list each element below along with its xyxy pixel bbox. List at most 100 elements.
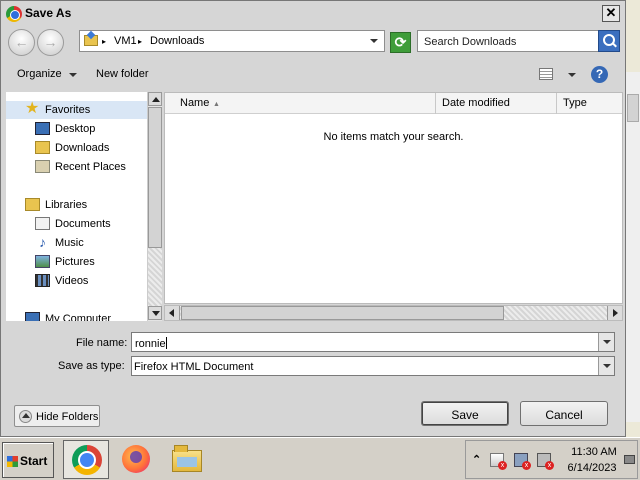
command-bar: Organize New folder ? (1, 61, 625, 89)
search-input[interactable]: Search Downloads (417, 30, 599, 52)
organize-button[interactable]: Organize (17, 68, 62, 80)
start-label: Start (20, 454, 48, 468)
sidebar-item-label: Downloads (55, 142, 110, 154)
chrome-app-icon (6, 6, 22, 22)
file-list[interactable]: Name ▲ Date modified Type No items match… (164, 92, 623, 304)
breadcrumb-separator[interactable]: ▸ (138, 37, 142, 46)
navigation-pane: ★ Favorites Desktop Downloads Recent Pla… (6, 92, 147, 321)
new-folder-button[interactable]: New folder (96, 68, 149, 80)
documents-icon (35, 217, 50, 230)
star-icon: ★ (25, 100, 40, 117)
scrollbar-thumb[interactable] (627, 94, 639, 122)
music-icon: ♪ (39, 234, 46, 250)
error-badge-icon: x (545, 461, 554, 470)
empty-message: No items match your search. (323, 131, 464, 143)
title-bar[interactable]: Save As ✕ (1, 1, 625, 26)
chevron-down-icon (603, 340, 611, 344)
breadcrumb-vm1[interactable]: VM1 (114, 35, 137, 47)
libraries-icon (25, 198, 40, 211)
sidebar-item-label: Videos (55, 275, 89, 287)
chevron-down-icon[interactable] (568, 73, 576, 77)
show-desktop-icon[interactable] (624, 455, 635, 464)
scrollbar-thumb[interactable] (148, 107, 162, 248)
chevron-up-icon (19, 410, 32, 423)
save-button[interactable]: Save (421, 401, 509, 426)
file-list-horizontal-scrollbar[interactable] (164, 305, 623, 321)
hide-folders-button[interactable]: Hide Folders (14, 405, 100, 427)
refresh-button[interactable]: ⟳ (390, 32, 411, 53)
sidebar-item-label: Pictures (55, 256, 95, 268)
volume-muted-icon[interactable]: x (537, 453, 554, 470)
taskbar-file-explorer-button[interactable] (170, 443, 204, 476)
sidebar-item-label: Favorites (45, 104, 91, 116)
sidebar-item-label: Documents (55, 218, 111, 230)
file-name-dropdown-button[interactable] (598, 333, 614, 351)
save-as-type-dropdown-button[interactable] (598, 357, 614, 375)
sidebar-item-label: My Computer (45, 313, 112, 321)
search-icon[interactable] (598, 30, 620, 52)
chevron-down-icon[interactable] (370, 39, 378, 43)
system-tray: ⌃ x x x 11:30 AM 6/14/2023 (465, 440, 638, 479)
save-as-type-value: Firefox HTML Document (134, 361, 254, 373)
breadcrumb-downloads[interactable]: Downloads (150, 35, 204, 47)
clock-date[interactable]: 6/14/2023 (562, 462, 622, 474)
help-icon[interactable]: ? (591, 66, 608, 83)
file-explorer-icon (172, 445, 202, 472)
navigation-bar: ← → ▸ VM1 ▸ Downloads ⟳ Search Downloads (1, 27, 625, 59)
save-as-dialog: Save As ✕ ← → ▸ VM1 ▸ Downloads ⟳ Search… (0, 0, 626, 437)
file-name-label: File name: (76, 337, 128, 349)
scrollbar-thumb[interactable] (181, 306, 504, 320)
action-center-flag-icon[interactable]: x (490, 453, 507, 470)
views-icon[interactable] (539, 68, 553, 80)
navigation-pane-scrollbar[interactable] (147, 92, 162, 321)
error-badge-icon: x (498, 461, 507, 470)
taskbar-firefox-button[interactable] (119, 442, 153, 476)
chevron-down-icon[interactable] (69, 73, 77, 77)
windows-logo-icon (7, 456, 18, 467)
column-header-date-modified[interactable]: Date modified (436, 93, 557, 114)
taskbar: Start ⌃ x x x 11:30 AM 6/14/2023 (0, 437, 640, 480)
file-name-value: ronnie (135, 338, 166, 350)
column-header-name[interactable]: Name ▲ (165, 93, 436, 114)
cancel-button[interactable]: Cancel (520, 401, 608, 426)
pictures-icon (35, 255, 50, 268)
background-window-scrollbar[interactable] (626, 72, 640, 422)
desktop-icon (35, 122, 50, 135)
scroll-up-button[interactable] (148, 92, 162, 106)
sidebar-item-label: Recent Places (55, 161, 126, 173)
hide-folders-label: Hide Folders (36, 411, 99, 423)
start-button[interactable]: Start (2, 442, 54, 478)
forward-button[interactable]: → (37, 29, 64, 56)
firefox-icon (122, 445, 150, 473)
save-as-type-label: Save as type: (58, 360, 125, 372)
breadcrumb-separator[interactable]: ▸ (102, 37, 106, 46)
scroll-down-button[interactable] (148, 306, 162, 320)
computer-icon (25, 312, 40, 321)
sidebar-item-favorites[interactable]: ★ Favorites (6, 101, 147, 119)
save-as-type-select[interactable]: Firefox HTML Document (131, 356, 615, 376)
clock-time[interactable]: 11:30 AM (566, 446, 622, 458)
address-bar[interactable]: ▸ VM1 ▸ Downloads (79, 30, 385, 52)
scrollbar-track[interactable] (148, 248, 162, 307)
show-hidden-icons-button[interactable]: ⌃ (472, 453, 481, 466)
network-icon[interactable]: x (514, 453, 531, 470)
recent-places-icon (35, 160, 50, 173)
sort-ascending-icon: ▲ (213, 101, 220, 108)
scroll-right-button[interactable] (607, 306, 622, 320)
column-header-label: Name (180, 97, 210, 109)
back-button[interactable]: ← (8, 29, 35, 56)
close-button[interactable]: ✕ (602, 5, 620, 22)
window-title: Save As (25, 6, 72, 20)
taskbar-chrome-button[interactable] (63, 440, 109, 479)
videos-icon (35, 274, 50, 287)
file-name-field[interactable]: ronnie (131, 332, 615, 352)
chrome-icon (72, 445, 102, 475)
error-badge-icon: x (522, 461, 531, 470)
column-headers: Name ▲ Date modified Type (165, 93, 622, 114)
sidebar-item-label: Desktop (55, 123, 96, 135)
downloads-folder-icon (35, 141, 50, 154)
column-header-type[interactable]: Type (557, 93, 622, 114)
sidebar-item-label: Music (55, 237, 84, 249)
scroll-left-button[interactable] (165, 306, 180, 320)
folder-icon (84, 35, 98, 46)
